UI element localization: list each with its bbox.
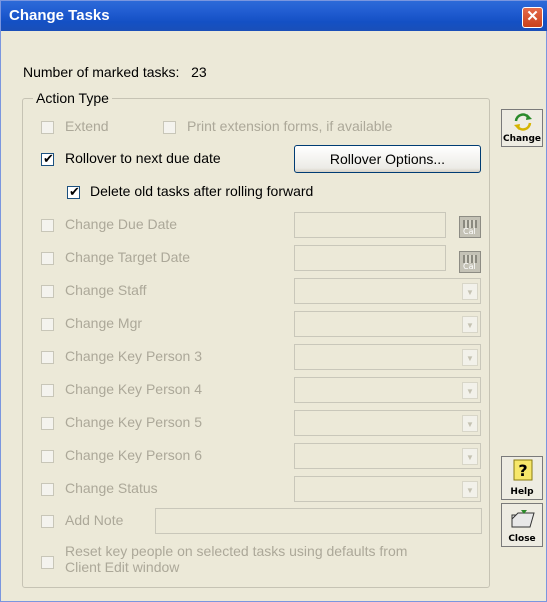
key-person-5-select[interactable]: ▼ xyxy=(294,410,481,436)
extend-checkbox[interactable] xyxy=(41,121,54,134)
mgr-select[interactable]: ▼ xyxy=(294,311,481,337)
key-person-3-select[interactable]: ▼ xyxy=(294,344,481,370)
help-button[interactable]: ? Help xyxy=(501,456,543,500)
reset-key-people-label-line1: Reset key people on selected tasks using… xyxy=(65,543,408,559)
marked-count-label: Number of marked tasks: 23 xyxy=(23,64,207,80)
change-button-label: Change xyxy=(502,134,542,144)
folder-icon xyxy=(511,510,535,528)
change-key-person-3-label: Change Key Person 3 xyxy=(65,348,202,364)
change-mgr-checkbox[interactable] xyxy=(41,318,54,331)
change-due-date-label: Change Due Date xyxy=(65,216,178,232)
change-key-person-5-label: Change Key Person 5 xyxy=(65,414,202,430)
print-extension-checkbox[interactable] xyxy=(163,121,176,134)
delete-old-tasks-label: Delete old tasks after rolling forward xyxy=(90,183,314,199)
check-mark-icon: ✔ xyxy=(69,184,80,199)
chevron-down-icon[interactable]: ▼ xyxy=(462,316,478,333)
change-key-person-5-checkbox[interactable] xyxy=(41,417,54,430)
help-button-label: Help xyxy=(510,487,534,497)
chevron-down-icon[interactable]: ▼ xyxy=(462,349,478,366)
key-person-4-select[interactable]: ▼ xyxy=(294,377,481,403)
refresh-icon xyxy=(514,113,532,131)
chevron-down-icon[interactable]: ▼ xyxy=(462,481,478,498)
change-key-person-4-checkbox[interactable] xyxy=(41,384,54,397)
close-button-label: Close xyxy=(508,534,536,544)
rollover-options-button[interactable]: Rollover Options... xyxy=(294,145,481,173)
change-key-person-6-label: Change Key Person 6 xyxy=(65,447,202,463)
delete-old-tasks-checkbox[interactable]: ✔ xyxy=(67,184,80,199)
chevron-down-icon[interactable]: ▼ xyxy=(462,283,478,300)
change-tasks-window: Change Tasks ✕ Number of marked tasks: 2… xyxy=(0,0,547,602)
change-staff-checkbox[interactable] xyxy=(41,285,54,298)
change-key-person-4-label: Change Key Person 4 xyxy=(65,381,202,397)
chevron-down-icon[interactable]: ▼ xyxy=(462,415,478,432)
key-person-6-select[interactable]: ▼ xyxy=(294,443,481,469)
title-bar[interactable]: Change Tasks ✕ xyxy=(1,1,547,31)
change-mgr-label: Change Mgr xyxy=(65,315,143,331)
close-window-button[interactable]: ✕ xyxy=(522,7,543,28)
help-icon: ? xyxy=(513,459,533,481)
action-type-caption: Action Type xyxy=(33,90,112,106)
change-button[interactable]: Change xyxy=(501,109,543,147)
staff-select[interactable]: ▼ xyxy=(294,278,481,304)
extend-label: Extend xyxy=(65,118,109,134)
reset-key-people-checkbox[interactable] xyxy=(41,556,54,569)
svg-text:?: ? xyxy=(518,461,527,480)
rollover-label: Rollover to next due date xyxy=(65,150,221,166)
marked-count-value: 23 xyxy=(191,64,207,80)
print-extension-label: Print extension forms, if available xyxy=(187,118,393,134)
change-due-date-checkbox[interactable] xyxy=(41,219,54,232)
close-button[interactable]: Close xyxy=(501,503,543,547)
change-key-person-3-checkbox[interactable] xyxy=(41,351,54,364)
add-note-input[interactable] xyxy=(155,508,482,534)
check-mark-icon: ✔ xyxy=(43,151,54,166)
change-target-date-checkbox[interactable] xyxy=(41,252,54,265)
reset-key-people-label-line2: Client Edit window xyxy=(65,559,180,575)
calendar-target-date-button[interactable]: Cal xyxy=(459,251,481,273)
change-key-person-6-checkbox[interactable] xyxy=(41,450,54,463)
window-title: Change Tasks xyxy=(9,7,110,24)
add-note-label: Add Note xyxy=(65,512,124,528)
change-status-label: Change Status xyxy=(65,480,158,496)
calendar-due-date-button[interactable]: Cal xyxy=(459,216,481,238)
change-staff-label: Change Staff xyxy=(65,282,147,298)
change-target-date-label: Change Target Date xyxy=(65,249,191,265)
rollover-checkbox[interactable]: ✔ xyxy=(41,151,54,166)
status-select[interactable]: ▼ xyxy=(294,476,481,502)
chevron-down-icon[interactable]: ▼ xyxy=(462,448,478,465)
target-date-input[interactable] xyxy=(294,245,446,271)
due-date-input[interactable] xyxy=(294,212,446,238)
add-note-checkbox[interactable] xyxy=(41,515,54,528)
change-status-checkbox[interactable] xyxy=(41,483,54,496)
chevron-down-icon[interactable]: ▼ xyxy=(462,382,478,399)
